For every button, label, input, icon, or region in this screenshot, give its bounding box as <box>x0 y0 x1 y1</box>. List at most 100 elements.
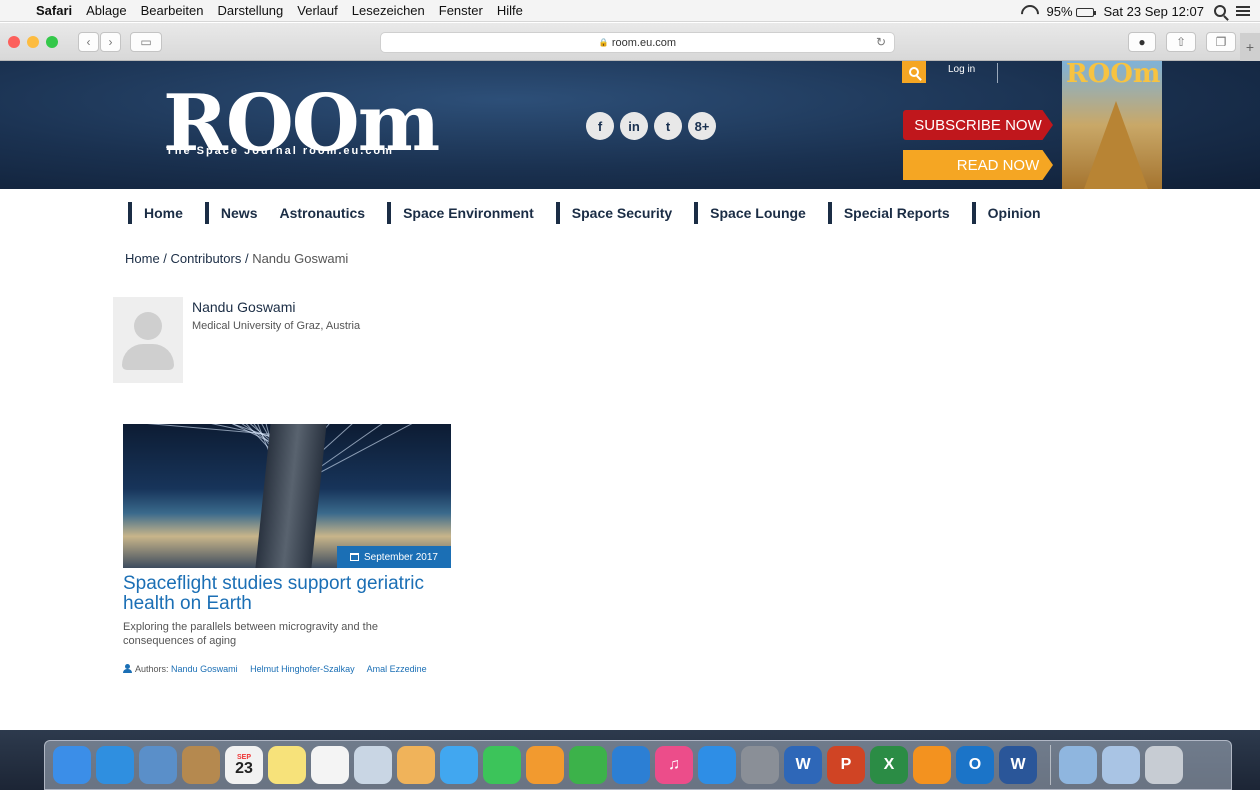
back-button[interactable]: ‹ <box>78 32 99 52</box>
breadcrumb-current: Nandu Goswami <box>252 251 349 266</box>
itunes-icon[interactable]: ♫ <box>655 746 693 784</box>
nav-space-security[interactable]: Space Security <box>555 202 672 224</box>
nav-bar <box>971 202 976 224</box>
reminders-icon[interactable] <box>311 746 349 784</box>
article-title[interactable]: Spaceflight studies support geriatric he… <box>123 574 453 614</box>
nav-bar <box>387 202 392 224</box>
nav-news[interactable]: News <box>204 202 258 224</box>
menu-hilfe[interactable]: Hilfe <box>497 3 523 18</box>
tabs-icon: ❐ <box>1215 35 1227 49</box>
keynote-icon[interactable] <box>612 746 650 784</box>
subscribe-now-button[interactable]: SUBSCRIBE NOW <box>903 110 1053 140</box>
magazine-cover[interactable]: ROOm <box>1062 61 1162 189</box>
preview-docs-icon[interactable] <box>354 746 392 784</box>
nav-space-environment[interactable]: Space Environment <box>387 202 534 224</box>
spotlight-icon[interactable] <box>1214 5 1226 17</box>
nav-bar <box>827 202 832 224</box>
contributor-affiliation: Medical University of Graz, Austria <box>192 320 361 332</box>
sidebar-button[interactable]: ▭ <box>130 32 162 52</box>
search-icon <box>909 67 919 77</box>
photos-icon[interactable] <box>397 746 435 784</box>
zoom-window-button[interactable] <box>46 36 58 48</box>
chevron-right-icon: › <box>108 35 113 49</box>
article-summary: Exploring the parallels between microgra… <box>123 621 378 647</box>
avatar-body <box>122 344 174 370</box>
menu-fenster[interactable]: Fenster <box>439 3 483 18</box>
word-icon[interactable]: W <box>999 746 1037 784</box>
documents-icon[interactable] <box>1102 746 1140 784</box>
avatar-head <box>134 312 162 340</box>
twitter-icon[interactable]: t <box>654 112 682 140</box>
powerpoint-icon[interactable]: P <box>827 746 865 784</box>
downloads-button[interactable]: ● <box>1128 32 1156 52</box>
word-w-icon[interactable]: W <box>784 746 822 784</box>
menu-lesezeichen[interactable]: Lesezeichen <box>352 3 425 18</box>
author-link[interactable]: Helmut Hinghofer-Szalkay <box>250 664 355 674</box>
excel-icon[interactable]: X <box>870 746 908 784</box>
contacts-icon[interactable] <box>182 746 220 784</box>
clock[interactable]: Sat 23 Sep 12:07 <box>1104 4 1204 19</box>
minimize-window-button[interactable] <box>27 36 39 48</box>
magazine-title: ROOm <box>1066 61 1161 89</box>
author-link[interactable]: Amal Ezzedine <box>367 664 427 674</box>
linkedin-icon[interactable]: in <box>620 112 648 140</box>
preview-icon[interactable] <box>139 746 177 784</box>
header-divider <box>997 63 998 83</box>
breadcrumb-home[interactable]: Home <box>125 251 160 266</box>
tabs-overview-button[interactable]: ❐ <box>1206 32 1236 52</box>
messages-icon[interactable] <box>440 746 478 784</box>
finder-icon[interactable] <box>53 746 91 784</box>
status-area: 95% Sat 23 Sep 12:07 <box>1020 0 1250 22</box>
reload-icon[interactable]: ↻ <box>876 35 886 49</box>
menu-verlauf[interactable]: Verlauf <box>297 3 337 18</box>
outlook-icon[interactable]: O <box>956 746 994 784</box>
dock-separator <box>1050 745 1051 785</box>
outlook-glyph: O <box>968 756 982 773</box>
forward-button[interactable]: › <box>100 32 121 52</box>
notification-center-icon[interactable] <box>1236 6 1250 16</box>
nav-home[interactable]: Home <box>128 202 183 224</box>
menu-bearbeiten[interactable]: Bearbeiten <box>141 3 204 18</box>
breadcrumb: Home / Contributors / Nandu Goswami <box>125 251 348 266</box>
nav-opinion[interactable]: Opinion <box>971 202 1041 224</box>
menu-safari[interactable]: Safari <box>36 3 72 18</box>
app-store-icon[interactable] <box>698 746 736 784</box>
nav-label: Space Lounge <box>710 205 806 221</box>
downloads-icon[interactable] <box>1059 746 1097 784</box>
new-tab-button[interactable]: + <box>1240 33 1260 61</box>
trash-icon[interactable] <box>1145 746 1183 784</box>
menu-darstellung[interactable]: Darstellung <box>218 3 284 18</box>
system-preferences-icon[interactable] <box>741 746 779 784</box>
safari-icon[interactable] <box>96 746 134 784</box>
share-button[interactable]: ⇧ <box>1166 32 1196 52</box>
word-w-glyph: W <box>795 756 811 773</box>
address-bar[interactable]: 🔒 room.eu.com ↻ <box>380 32 895 53</box>
menu-ablage[interactable]: Ablage <box>86 3 126 18</box>
nav-label: Special Reports <box>843 205 950 221</box>
facetime-icon[interactable] <box>483 746 521 784</box>
breadcrumb-separator: / <box>159 251 171 266</box>
facebook-icon[interactable]: f <box>586 112 614 140</box>
battery-status[interactable]: 95% <box>1046 4 1096 19</box>
breadcrumb-contributors[interactable]: Contributors <box>171 251 242 266</box>
nav-space-lounge[interactable]: Space Lounge <box>694 202 806 224</box>
read-now-button[interactable]: READ NOW <box>903 150 1053 180</box>
site-search-button[interactable] <box>902 61 926 83</box>
lock-icon: 🔒 <box>598 38 609 47</box>
nav-label: News <box>220 205 258 221</box>
google-plus-icon[interactable]: 8+ <box>688 112 716 140</box>
ibooks-icon[interactable] <box>913 746 951 784</box>
itunes-glyph: ♫ <box>668 756 680 773</box>
close-window-button[interactable] <box>8 36 20 48</box>
numbers-icon[interactable] <box>569 746 607 784</box>
breadcrumb-separator: / <box>241 251 253 266</box>
author-link[interactable]: Nandu Goswami <box>171 664 238 674</box>
pages-icon[interactable] <box>526 746 564 784</box>
nav-astronautics[interactable]: Astronautics <box>279 205 365 221</box>
nav-special-reports[interactable]: Special Reports <box>827 202 950 224</box>
notes-icon[interactable] <box>268 746 306 784</box>
calendar-icon[interactable]: SEP 23 <box>225 746 263 784</box>
user-icon <box>123 664 132 673</box>
wifi-icon[interactable] <box>1020 5 1036 17</box>
login-link[interactable]: Log in <box>948 64 975 75</box>
